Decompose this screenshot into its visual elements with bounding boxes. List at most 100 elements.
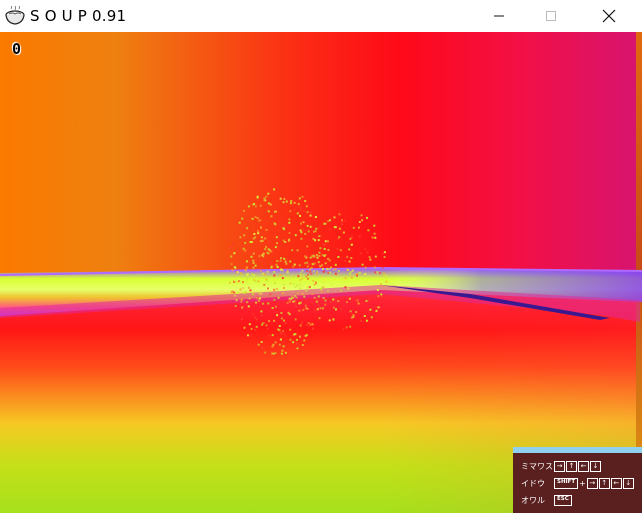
particle [381, 266, 384, 269]
particle [239, 288, 242, 291]
particle [289, 282, 292, 285]
particle [259, 269, 262, 272]
particle [270, 215, 273, 218]
particle [266, 279, 269, 282]
particle [235, 299, 238, 302]
close-button[interactable] [586, 0, 632, 32]
particle [237, 292, 239, 294]
particle [285, 262, 288, 265]
particle [230, 263, 233, 266]
particle [248, 323, 251, 326]
particle [299, 209, 301, 212]
particle [277, 234, 280, 237]
particle [243, 234, 246, 237]
particle [241, 217, 244, 220]
particle [308, 263, 310, 266]
particle [305, 254, 308, 257]
particle [246, 273, 249, 276]
particle [301, 293, 304, 296]
particle [286, 269, 289, 272]
particle [312, 327, 314, 330]
help-row-look: ミマワス → ↑ ← ↓ [521, 459, 602, 473]
particle [257, 280, 260, 283]
particle [374, 271, 377, 274]
particle [258, 252, 261, 255]
particle [323, 222, 326, 225]
particle [373, 232, 376, 235]
particle [367, 299, 370, 302]
game-viewport[interactable]: 0 ミマワス → ↑ ← ↓ イドウ SHIFT + → ↑ ← ↓ オワル E… [0, 32, 642, 513]
title-bar[interactable]: S O U P 0.91 [0, 0, 642, 32]
particle [264, 351, 267, 354]
particle [247, 305, 250, 308]
particle [271, 345, 274, 348]
particle [364, 266, 367, 269]
particle [349, 237, 352, 240]
particle [306, 224, 309, 227]
particle [285, 200, 288, 203]
particle [357, 302, 360, 305]
particle [318, 251, 321, 254]
particle [297, 204, 300, 207]
particle [307, 230, 310, 233]
particle [238, 221, 241, 224]
particle [280, 268, 283, 271]
particle [364, 248, 367, 251]
particle [250, 252, 253, 255]
particle [322, 286, 325, 289]
maximize-button[interactable] [528, 0, 574, 32]
particle [273, 298, 276, 301]
particle [322, 268, 324, 270]
minimize-button[interactable] [476, 0, 522, 32]
particle [247, 205, 250, 208]
particle [297, 202, 300, 205]
particle [279, 259, 282, 262]
particle [258, 297, 261, 300]
particle [322, 270, 325, 273]
key-plus: + [579, 478, 586, 488]
particle [311, 254, 314, 257]
particle [251, 293, 254, 296]
particle [341, 220, 344, 223]
particle [286, 271, 289, 274]
particle [348, 260, 351, 263]
particle [288, 300, 291, 303]
particle [284, 351, 287, 354]
particle [262, 322, 265, 324]
particle [344, 277, 347, 280]
particle [377, 306, 380, 309]
particle [367, 229, 370, 232]
particle [232, 242, 235, 245]
particle [267, 287, 269, 290]
particle [314, 239, 317, 242]
particle [230, 255, 233, 258]
particle [385, 280, 388, 283]
particle [280, 332, 283, 335]
particle [330, 300, 333, 303]
particle [273, 188, 276, 191]
particle [351, 269, 354, 272]
particle [283, 257, 286, 260]
particle [271, 334, 274, 337]
particle [361, 263, 364, 266]
particle [348, 297, 351, 300]
particle [326, 268, 329, 270]
particle [341, 223, 344, 226]
particle [289, 202, 292, 205]
soup-bowl-icon [4, 5, 26, 26]
particle [246, 277, 249, 280]
particle [240, 318, 243, 321]
key-right-icon: → [554, 460, 565, 472]
particle [253, 233, 256, 235]
particle [283, 282, 286, 285]
particle [302, 307, 305, 310]
particle [283, 287, 285, 289]
particle [274, 341, 277, 344]
particle [346, 301, 348, 304]
particle [260, 314, 263, 317]
particle [251, 313, 254, 316]
particle [250, 255, 253, 258]
particle [248, 286, 250, 289]
particle [296, 212, 299, 215]
scene-canvas [0, 188, 642, 355]
